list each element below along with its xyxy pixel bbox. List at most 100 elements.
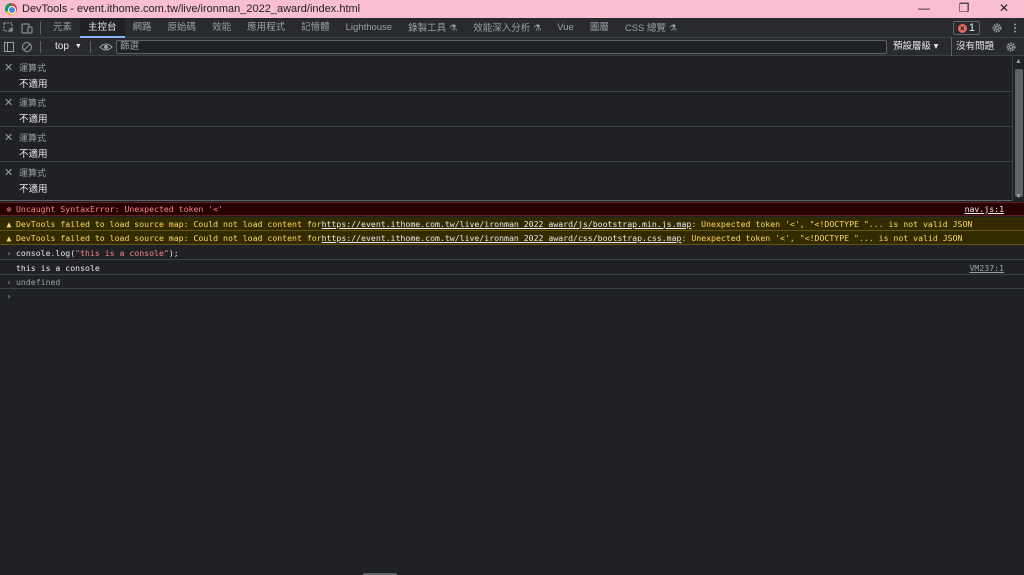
console-settings-icon[interactable] (1004, 40, 1018, 54)
tab-label: Vue (557, 21, 574, 33)
result-arrow-icon: ‹ (6, 276, 12, 287)
clear-console-icon[interactable] (18, 38, 36, 56)
console-result-entry: ‹ undefined (0, 275, 1024, 289)
divider (40, 40, 41, 53)
expression-value: 不適用 (19, 114, 48, 125)
dropdown-arrow-icon: ▼ (74, 43, 82, 50)
warning-text: : Unexpected token '<', "<!DOCTYPE "... … (681, 232, 963, 243)
tab-label: 元素 (53, 21, 73, 33)
tab-label: 原始碼 (167, 21, 197, 33)
context-select[interactable]: top ▼ (51, 41, 86, 52)
log-text: this is a console (16, 262, 100, 273)
error-count-badge[interactable]: × 1 (952, 21, 980, 35)
live-expressions-scrollbar[interactable]: ▲ ▼ (1012, 57, 1024, 201)
warning-icon: ▲ (6, 218, 12, 229)
expression-value: 不適用 (19, 79, 48, 90)
minimize-button[interactable]: — (904, 0, 944, 18)
prompt-chevron-icon: › (6, 291, 12, 301)
expression-label[interactable]: 運算式 (19, 131, 46, 144)
tab-css-overview[interactable]: CSS 總覽 ⚗ (617, 18, 685, 38)
window-title: DevTools - event.ithome.com.tw/live/iron… (22, 3, 361, 15)
code-text: ); (168, 247, 179, 258)
tab-label: 效能 (212, 21, 232, 33)
tab-label: Lighthouse (345, 21, 393, 33)
sidebar-toggle-icon[interactable] (0, 38, 18, 56)
live-expressions-panel: ✕ 運算式 不適用 ✕ 運算式 不適用 ✕ 運算式 不適用 ✕ 運算式 不適用 … (0, 57, 1024, 201)
divider (89, 40, 91, 53)
device-toolbar-icon[interactable] (18, 19, 36, 37)
live-expression[interactable]: ✕ 運算式 不適用 (0, 127, 1024, 162)
divider (40, 21, 41, 34)
console-warning-message: ▲ DevTools failed to load source map: Co… (0, 231, 1024, 245)
expression-label[interactable]: 運算式 (19, 96, 46, 109)
tab-sources[interactable]: 原始碼 (160, 18, 205, 38)
chrome-logo-icon (5, 3, 17, 15)
tab-elements[interactable]: 元素 (45, 18, 80, 38)
error-circle-icon: × (957, 23, 967, 33)
console-toolbar: top ▼ 篩選 預設層級 ▾ 沒有問題 (0, 38, 1024, 56)
issues-button[interactable]: 沒有問題 (951, 38, 994, 56)
tab-application[interactable]: 應用程式 (239, 18, 293, 38)
tab-label: 效能深入分析 (473, 22, 531, 34)
tab-performance-insights[interactable]: 效能深入分析 ⚗ (465, 18, 549, 38)
expression-label[interactable]: 運算式 (19, 166, 46, 179)
input-chevron-icon: › (6, 247, 12, 258)
scrollbar-thumb[interactable] (1015, 69, 1023, 197)
tab-recorder[interactable]: 錄製工具 ⚗ (400, 18, 465, 38)
remove-expression-icon[interactable]: ✕ (4, 61, 13, 74)
console-error-message: ⊗ Uncaught SyntaxError: Unexpected token… (0, 202, 1024, 216)
inspect-element-icon[interactable] (0, 19, 18, 37)
tab-label: 網路 (132, 21, 152, 33)
warning-icon: ▲ (6, 232, 12, 243)
console-input-entry: › console.log("this is a console"); (0, 246, 1024, 260)
tab-label: 圖層 (589, 21, 609, 33)
expression-label[interactable]: 運算式 (19, 61, 46, 74)
restore-button[interactable]: ❐ (944, 0, 984, 18)
source-link[interactable]: VM237:1 (969, 263, 1004, 273)
console-prompt[interactable]: › (0, 289, 1024, 303)
remove-expression-icon[interactable]: ✕ (4, 166, 13, 179)
live-expression[interactable]: ✕ 運算式 不適用 (0, 162, 1024, 197)
tab-layers[interactable]: 圖層 (582, 18, 617, 38)
experimental-flask-icon: ⚗ (669, 22, 678, 33)
live-expression[interactable]: ✕ 運算式 不適用 (0, 57, 1024, 92)
warning-url-link[interactable]: https://event.ithome.com.tw/live/ironman… (322, 233, 682, 243)
window-controls: — ❐ ✕ (904, 0, 1024, 18)
tabbar-actions: × 1 (952, 18, 1024, 38)
code-text: console.log( (16, 247, 76, 258)
tab-vue[interactable]: Vue (549, 18, 582, 38)
tab-performance[interactable]: 效能 (204, 18, 239, 38)
tab-label: 應用程式 (247, 21, 286, 33)
tab-label: CSS 總覽 (624, 22, 667, 34)
warning-text: DevTools failed to load source map: Coul… (16, 218, 322, 229)
tab-network[interactable]: 網路 (125, 18, 160, 38)
live-expression[interactable]: ✕ 運算式 不適用 (0, 92, 1024, 127)
tab-label: 主控台 (88, 21, 117, 33)
window-titlebar: DevTools - event.ithome.com.tw/live/iron… (0, 0, 1024, 18)
tab-console[interactable]: 主控台 (80, 17, 125, 38)
scroll-down-icon[interactable]: ▼ (1015, 193, 1022, 200)
remove-expression-icon[interactable]: ✕ (4, 131, 13, 144)
scroll-up-icon[interactable]: ▲ (1015, 58, 1022, 65)
devtools-tabbar: 元素 主控台 網路 原始碼 效能 應用程式 記憶體 Lighthouse 錄製工… (0, 17, 1024, 38)
expression-value: 不適用 (19, 149, 48, 160)
error-text: Uncaught SyntaxError: Unexpected token '… (16, 204, 224, 214)
log-levels-dropdown[interactable]: 預設層級 ▾ (893, 38, 938, 56)
context-value: top (55, 41, 69, 52)
code-string: "this is a console" (75, 247, 169, 258)
close-button[interactable]: ✕ (984, 0, 1024, 18)
settings-gear-icon[interactable] (988, 19, 1006, 37)
console-log-message: this is a console VM237:1 (0, 261, 1024, 275)
expression-value: 不適用 (19, 184, 48, 195)
warning-text: : Unexpected token '<', "<!DOCTYPE "... … (691, 218, 973, 229)
remove-expression-icon[interactable]: ✕ (4, 96, 13, 109)
tab-memory[interactable]: 記憶體 (293, 18, 338, 38)
warning-url-link[interactable]: https://event.ithome.com.tw/live/ironman… (322, 219, 692, 229)
filter-input[interactable]: 篩選 (116, 40, 887, 54)
error-count: 1 (968, 22, 975, 34)
live-expression-eye-icon[interactable] (95, 38, 117, 56)
source-link[interactable]: nav.js:1 (965, 204, 1004, 214)
tab-lighthouse[interactable]: Lighthouse (338, 18, 400, 38)
more-options-icon[interactable] (1006, 19, 1024, 37)
warning-text: DevTools failed to load source map: Coul… (16, 232, 322, 243)
